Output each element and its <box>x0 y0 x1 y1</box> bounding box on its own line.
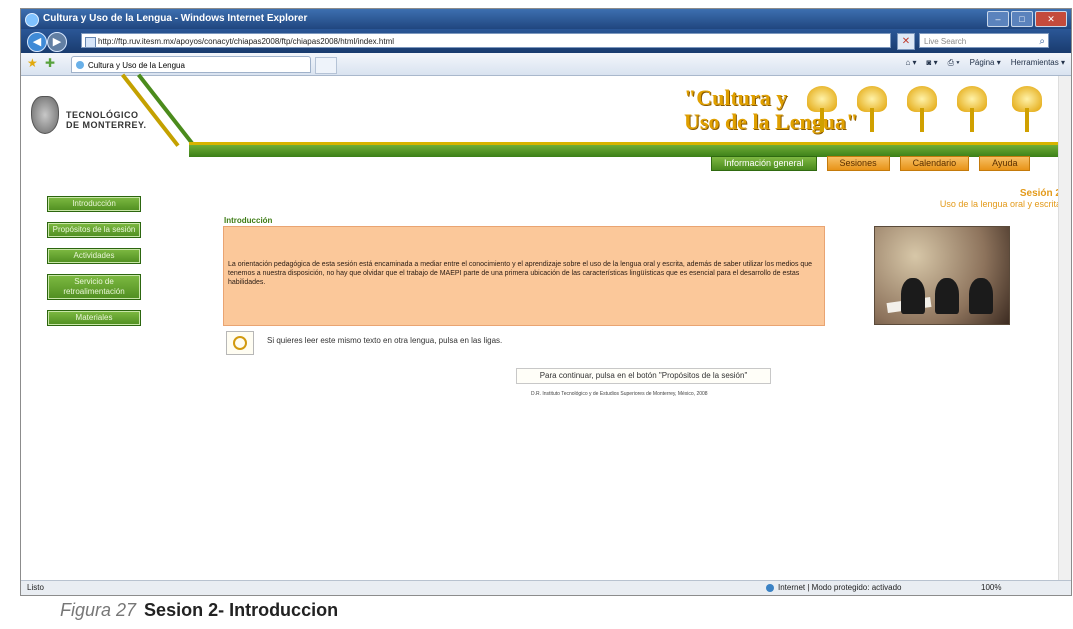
nav-calendario[interactable]: Calendario <box>899 156 970 171</box>
intro-panel: La orientación pedagógica de esta sesión… <box>223 226 825 326</box>
tree-icon <box>904 86 940 134</box>
title-bar: Cultura y Uso de la Lengua - Windows Int… <box>21 9 1071 29</box>
address-bar: ◀ ▶ http://ftp.ruv.itesm.mx/apoyos/conac… <box>21 29 1071 53</box>
page-icon <box>85 37 96 47</box>
logo-line2: DE MONTERREY. <box>66 120 147 130</box>
nav-informacion-general[interactable]: Información general <box>711 156 817 171</box>
security-zone[interactable]: Internet | Modo protegido: activado <box>766 581 902 595</box>
status-text: Listo <box>27 583 44 592</box>
page-content: TECNOLÓGICO DE MONTERREY. "Cultura y Uso… <box>21 73 1071 581</box>
sidebar-item-actividades[interactable]: Actividades <box>47 248 141 264</box>
globe-icon <box>766 583 774 592</box>
language-text: Si quieres leer este mismo texto en otra… <box>267 336 503 345</box>
nav-ayuda[interactable]: Ayuda <box>979 156 1031 171</box>
tree-icon <box>1009 86 1045 134</box>
sidebar-item-retroalimentacion[interactable]: Servicio de retroalimentación <box>47 274 141 300</box>
page-menu[interactable]: Página ▾ <box>970 58 1001 68</box>
figure-title: Sesion 2- Introduccion <box>144 600 339 620</box>
zoom-level[interactable]: 100% <box>981 581 1001 595</box>
maximize-button[interactable]: □ <box>1011 11 1033 27</box>
search-placeholder: Live Search <box>924 37 967 46</box>
top-nav: Información general Sesiones Calendario … <box>711 156 1031 171</box>
feeds-icon[interactable]: ◙ ▾ <box>927 58 938 68</box>
figure-number: Figura 27 <box>60 600 137 620</box>
sidebar-item-introduccion[interactable]: Introducción <box>47 196 141 212</box>
copyright-text: D.R. Instituto Tecnológico y de Estudios… <box>531 391 708 397</box>
print-icon[interactable]: ⎙ ▾ <box>948 58 960 68</box>
url-field[interactable]: http://ftp.ruv.itesm.mx/apoyos/conacyt/c… <box>81 33 891 48</box>
close-button[interactable]: ✕ <box>1035 11 1067 27</box>
sidebar-item-propositos[interactable]: Propósitos de la sesión <box>47 222 141 238</box>
logo-line1: TECNOLÓGICO <box>66 110 139 120</box>
session-heading: Sesión 2 Uso de la lengua oral y escrita <box>940 188 1061 209</box>
browser-tab[interactable]: Cultura y Uso de la Lengua <box>71 56 311 73</box>
back-button[interactable]: ◀ <box>27 32 47 52</box>
search-icon[interactable]: ⌕ <box>1039 34 1045 49</box>
session-number: Sesión 2 <box>1019 188 1061 199</box>
figure-caption: Figura 27 Sesion 2- Introduccion <box>60 600 338 621</box>
decor-line <box>137 73 196 147</box>
add-favorites-icon[interactable]: ✚ <box>45 56 55 70</box>
tab-label: Cultura y Uso de la Lengua <box>88 61 185 70</box>
stop-button[interactable]: ✕ <box>897 33 915 50</box>
sidebar-item-materiales[interactable]: Materiales <box>47 310 141 326</box>
favorites-star-icon[interactable]: ★ <box>27 56 38 70</box>
session-photo <box>874 226 1010 325</box>
url-text: http://ftp.ruv.itesm.mx/apoyos/conacyt/c… <box>98 37 395 46</box>
side-nav: Introducción Propósitos de la sesión Act… <box>47 196 141 326</box>
tree-icon <box>854 86 890 134</box>
forward-button[interactable]: ▶ <box>47 32 67 52</box>
nav-sesiones[interactable]: Sesiones <box>826 156 890 171</box>
language-link-icon[interactable] <box>226 331 254 355</box>
new-tab-button[interactable] <box>315 57 337 74</box>
shield-icon <box>31 96 59 134</box>
tree-icon <box>954 86 990 134</box>
session-subtitle: Uso de la lengua oral y escrita <box>939 199 1061 209</box>
home-icon[interactable]: ⌂ ▾ <box>905 58 916 68</box>
minimize-button[interactable]: – <box>987 11 1009 27</box>
zone-text: Internet | Modo protegido: activado <box>778 583 902 592</box>
continue-notice: Para continuar, pulsa en el botón "Propó… <box>516 368 771 384</box>
vertical-scrollbar[interactable] <box>1058 76 1071 581</box>
trees-decoration <box>804 86 1059 134</box>
window-title: Cultura y Uso de la Lengua - Windows Int… <box>43 13 308 24</box>
browser-window: Cultura y Uso de la Lengua - Windows Int… <box>20 8 1072 596</box>
ie-icon <box>25 13 39 27</box>
intro-text: La orientación pedagógica de esta sesión… <box>228 261 813 286</box>
tab-icon <box>76 61 84 69</box>
section-label: Introducción <box>224 216 273 225</box>
search-input[interactable]: Live Search ⌕ <box>919 33 1049 48</box>
status-bar: Listo Internet | Modo protegido: activad… <box>21 580 1071 595</box>
tree-icon <box>804 86 840 134</box>
tools-menu[interactable]: Herramientas ▾ <box>1011 58 1065 68</box>
command-bar: ★ ✚ Cultura y Uso de la Lengua ⌂ ▾ ◙ ▾ ⎙… <box>21 53 1071 76</box>
